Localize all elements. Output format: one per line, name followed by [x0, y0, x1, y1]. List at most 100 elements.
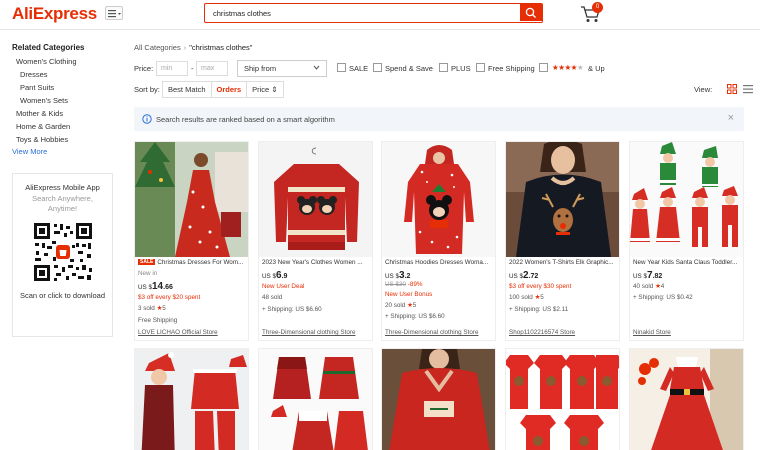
product-title[interactable]: New Year Kids Santa Claus Toddler...: [633, 259, 743, 266]
product-card[interactable]: [134, 348, 249, 450]
deal-text: New User Deal: [262, 283, 305, 290]
product-image[interactable]: [506, 349, 620, 450]
shipping-text: + Shipping: US $0.42: [633, 294, 693, 301]
store-link[interactable]: Three-Dimensional clothing Store: [262, 329, 355, 336]
promo-text: $3 off every $30 spent: [509, 283, 572, 290]
close-icon[interactable]: ×: [728, 113, 734, 124]
sale-label: SALE: [349, 64, 369, 73]
breadcrumb-all-categories[interactable]: All Categories: [134, 43, 181, 52]
store-link[interactable]: Three-Dimensional clothing Store: [385, 329, 478, 336]
free-shipping-checkbox[interactable]: [476, 63, 485, 72]
old-price-and-discount: US $30 -89%: [385, 281, 422, 288]
product-image[interactable]: [259, 349, 373, 450]
product-card[interactable]: Christmas Hoodies Dresses Woma... US $3.…: [381, 141, 496, 341]
product-title-text: Christmas Dresses For Wom...: [157, 259, 244, 266]
sort-price-label: Price: [252, 85, 270, 94]
category-home-garden[interactable]: Home & Garden: [16, 122, 70, 131]
product-card[interactable]: 2022 Women's T-Shirts Elk Graphic... US …: [505, 141, 620, 341]
menu-icon: [108, 10, 121, 18]
spend-save-checkbox[interactable]: [373, 63, 382, 72]
store-link[interactable]: Ninakid Store: [633, 329, 671, 336]
product-title[interactable]: 2022 Women's T-Shirts Elk Graphic...: [509, 259, 619, 266]
category-womens-sets[interactable]: Women's Sets: [20, 96, 68, 105]
product-card[interactable]: [505, 348, 620, 450]
store-link[interactable]: LOVE LICHAO Official Store: [138, 329, 218, 336]
aliexpress-logo[interactable]: AliExpress: [12, 4, 97, 24]
price-min-input[interactable]: min: [156, 61, 188, 76]
sale-checkbox[interactable]: [337, 63, 346, 72]
product-image[interactable]: [259, 142, 373, 257]
price-max-input[interactable]: max: [196, 61, 228, 76]
product-title[interactable]: SALE Christmas Dresses For Wom...: [138, 259, 248, 266]
price-currency: US $: [633, 273, 647, 280]
notice-text: Search results are ranked based on a sma…: [156, 115, 335, 124]
price-label: Price:: [134, 64, 154, 73]
category-toys-hobbies[interactable]: Toys & Hobbies: [16, 135, 68, 144]
rating-checkbox[interactable]: [539, 63, 548, 72]
product-card[interactable]: New Year Kids Santa Claus Toddler... US …: [629, 141, 744, 341]
product-card[interactable]: 2023 New Year's Clothes Women ... US $6.…: [258, 141, 373, 341]
main-content: All Categories › "christmas clothes" Price…: [122, 30, 760, 450]
category-mother-kids[interactable]: Mother & Kids: [16, 109, 63, 118]
header: AliExpress 0: [0, 0, 760, 30]
list-view-icon[interactable]: [743, 84, 753, 94]
new-in-label: New in: [138, 270, 158, 277]
search-icon: [525, 7, 536, 18]
search-button[interactable]: [520, 4, 542, 21]
product-image[interactable]: [135, 349, 249, 450]
product-title[interactable]: Christmas Hoodies Dresses Woma...: [385, 259, 495, 266]
product-price: US $6.9: [262, 270, 287, 281]
shipping-text: Free Shipping: [138, 317, 178, 324]
sold-count: 100 sold: [509, 294, 533, 301]
free-shipping-label: Free Shipping: [488, 64, 535, 73]
sort-arrows-icon: ⇕: [271, 85, 278, 94]
rating-stars-icon: ★★★★★: [552, 63, 584, 72]
shipping-text: + Shipping: US $6.60: [262, 306, 322, 313]
app-promo-subtitle: Search Anywhere, Anytime!: [13, 194, 112, 214]
category-pant-suits[interactable]: Pant Suits: [20, 83, 54, 92]
sort-price[interactable]: Price ⇕: [247, 82, 282, 97]
store-link[interactable]: Shop1102216574 Store: [509, 329, 575, 336]
category-womens-clothing[interactable]: Women's Clothing: [16, 57, 77, 66]
mobile-app-promo[interactable]: AliExpress Mobile App Search Anywhere, A…: [12, 173, 113, 337]
shipping-text: + Shipping: US $2.11: [509, 306, 569, 313]
product-card[interactable]: [258, 348, 373, 450]
qr-code-icon[interactable]: [32, 221, 94, 283]
price-cents: .66: [163, 284, 173, 291]
rating-label: & Up: [588, 64, 605, 73]
sold-and-rating: 100 sold ★5: [509, 294, 544, 301]
view-more-link[interactable]: View More: [12, 147, 47, 156]
plus-checkbox[interactable]: [439, 63, 448, 72]
view-label: View:: [694, 85, 713, 94]
grid-view-icon[interactable]: [727, 84, 737, 94]
old-price: US $30: [385, 281, 407, 288]
app-download-text[interactable]: Scan or click to download: [13, 291, 112, 300]
product-image[interactable]: [382, 142, 496, 257]
product-image[interactable]: [630, 142, 744, 257]
product-image[interactable]: [630, 349, 744, 450]
search-input[interactable]: [213, 7, 513, 19]
sold-and-rating: 3 sold ★5: [138, 305, 166, 312]
product-title[interactable]: 2023 New Year's Clothes Women ...: [262, 259, 372, 266]
product-image[interactable]: [506, 142, 620, 257]
product-image[interactable]: [382, 349, 496, 450]
sort-by-label: Sort by:: [134, 85, 160, 94]
sold-count: 20 sold: [385, 302, 406, 309]
breadcrumb-separator: ›: [183, 43, 187, 52]
product-card[interactable]: [629, 348, 744, 450]
price-cents: .82: [652, 273, 663, 280]
price-dash: -: [191, 64, 194, 73]
ship-from-select[interactable]: Ship from: [237, 60, 327, 77]
info-icon: [142, 114, 152, 124]
product-image[interactable]: [135, 142, 249, 257]
product-card[interactable]: [381, 348, 496, 450]
sort-best-match[interactable]: Best Match: [163, 82, 212, 97]
product-card[interactable]: SALE Christmas Dresses For Wom... New in …: [134, 141, 249, 341]
sale-badge: SALE: [138, 259, 156, 265]
product-price: US $14.66: [138, 281, 173, 292]
sold-and-rating: 40 sold ★4: [633, 283, 664, 290]
category-menu-button[interactable]: [105, 6, 123, 20]
sort-orders[interactable]: Orders: [212, 82, 248, 97]
product-price: US $3.2: [385, 270, 410, 281]
category-dresses[interactable]: Dresses: [20, 70, 48, 79]
